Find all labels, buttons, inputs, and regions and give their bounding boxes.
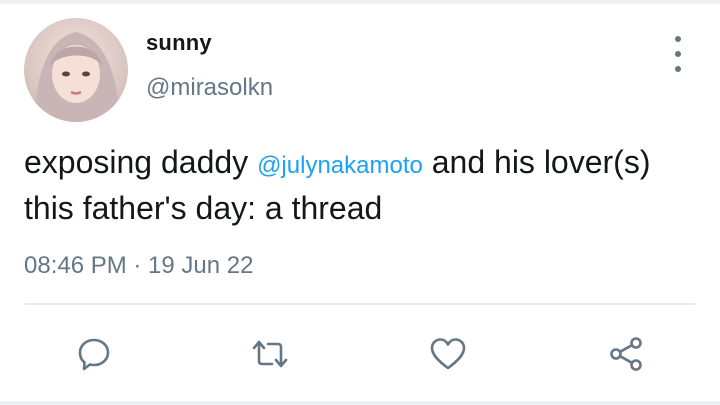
top-border [0, 0, 720, 4]
retweet-arrows-icon [252, 340, 288, 368]
avatar[interactable] [24, 18, 128, 122]
tweet-text-start: exposing daddy [24, 144, 258, 180]
divider [24, 303, 696, 305]
more-options-icon[interactable] [666, 36, 690, 72]
share-button[interactable] [604, 332, 648, 376]
like-button[interactable] [426, 332, 470, 376]
tweet-timestamp[interactable]: 08:46 PM · 19 Jun 22 [24, 252, 253, 280]
tweet-text: exposing daddy @julynakamoto and his lov… [24, 141, 674, 229]
dot [675, 36, 681, 42]
reply-button[interactable] [72, 332, 116, 376]
mention-link[interactable]: @julynakamoto [257, 152, 423, 179]
dot [675, 66, 681, 72]
display-name[interactable]: sunny [146, 30, 212, 56]
comment-bubble-icon [78, 338, 110, 371]
dot [675, 51, 681, 57]
profile-photo-icon [24, 18, 128, 122]
heart-icon [430, 338, 466, 370]
retweet-button[interactable] [248, 332, 292, 376]
bottom-border [0, 401, 720, 405]
share-nodes-icon [610, 337, 642, 371]
user-handle[interactable]: @mirasolkn [146, 74, 273, 102]
